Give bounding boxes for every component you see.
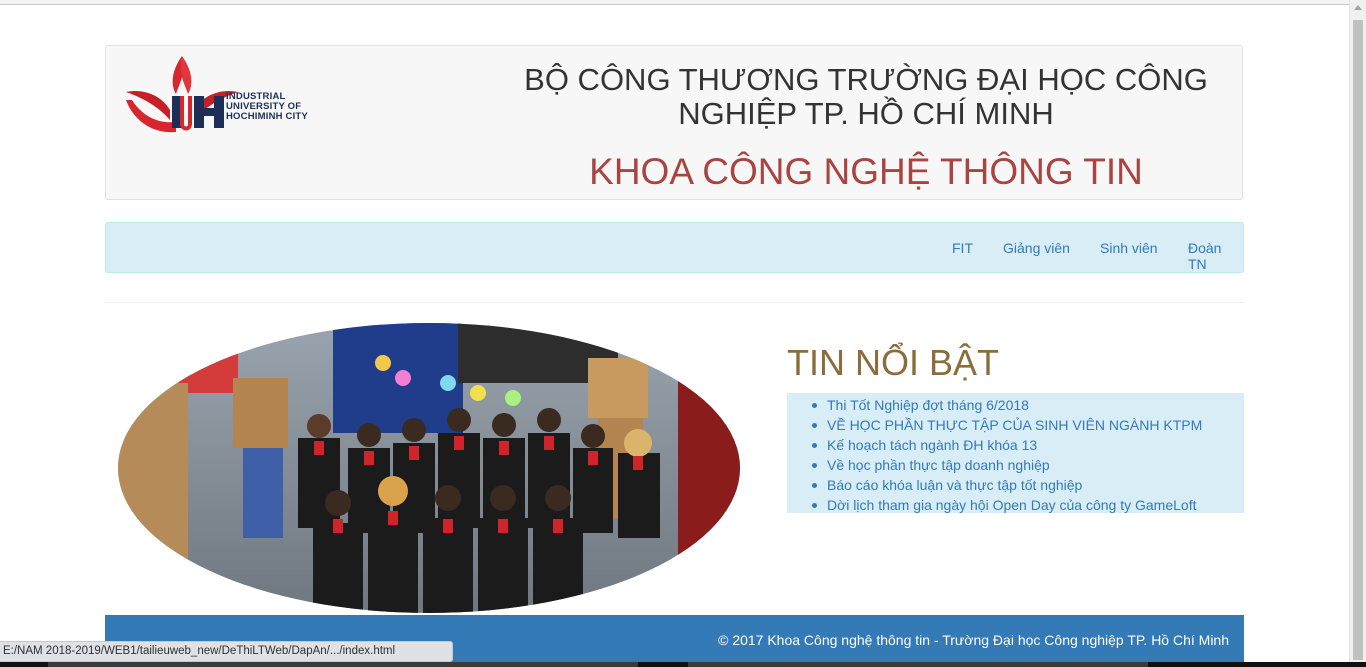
university-logo[interactable]: INDUSTRIAL UNIVERSITY OF HOCHIMINH CITY: [124, 52, 329, 137]
site-header: INDUSTRIAL UNIVERSITY OF HOCHIMINH CITY …: [105, 45, 1243, 200]
featured-news-title: TIN NỔI BẬT: [787, 342, 1000, 383]
news-item[interactable]: Dời lịch tham gia ngày hội Open Day của …: [812, 495, 1244, 515]
browser-status-bar: E:/NAM 2018-2019/WEB1/tailieuweb_new/DeT…: [0, 641, 453, 662]
vertical-scrollbar[interactable]: [1349, 0, 1366, 667]
students-group-photo: [118, 323, 740, 613]
main-navbar: FIT Giảng viên Sinh viên Đoàn TN: [105, 222, 1244, 273]
featured-news-box: Thi Tốt Nghiệp đợt tháng 6/2018 VỀ HỌC P…: [787, 393, 1244, 513]
divider: [105, 302, 1244, 303]
news-item[interactable]: Thi Tốt Nghiệp đợt tháng 6/2018: [812, 395, 1244, 415]
news-item[interactable]: VỀ HỌC PHẦN THỰC TẬP CỦA SINH VIÊN NGÀNH…: [812, 415, 1244, 435]
nav-item-sinh-vien[interactable]: Sinh viên: [1100, 240, 1158, 256]
footer-copyright: © 2017 Khoa Công nghệ thông tin - Trường…: [718, 632, 1229, 648]
news-item[interactable]: Báo cáo khóa luận và thực tập tốt nghiệp: [812, 475, 1244, 495]
os-taskbar: [0, 662, 1366, 667]
scroll-up-arrow-icon[interactable]: [1354, 5, 1362, 10]
university-title: BỘ CÔNG THƯƠNG TRƯỜNG ĐẠI HỌC CÔNG NGHIỆ…: [524, 62, 1208, 131]
featured-news-list: Thi Tốt Nghiệp đợt tháng 6/2018 VỀ HỌC P…: [787, 395, 1244, 515]
nav-item-doan-tn[interactable]: Đoàn TN: [1188, 240, 1243, 272]
news-item[interactable]: Kế hoạch tách ngành ĐH khóa 13: [812, 435, 1244, 455]
faculty-title: KHOA CÔNG NGHỆ THÔNG TIN: [589, 151, 1143, 192]
nav-item-giang-vien[interactable]: Giảng viên: [1003, 240, 1070, 256]
logo-line-3: HOCHIMINH CITY: [226, 111, 308, 122]
scrollbar-thumb[interactable]: [1353, 20, 1363, 660]
nav-item-fit[interactable]: FIT: [952, 240, 973, 256]
logo-text: INDUSTRIAL UNIVERSITY OF HOCHIMINH CITY: [226, 92, 308, 122]
browser-top-edge: [0, 0, 1350, 5]
news-item[interactable]: Về học phần thực tập doanh nghiệp: [812, 455, 1244, 475]
